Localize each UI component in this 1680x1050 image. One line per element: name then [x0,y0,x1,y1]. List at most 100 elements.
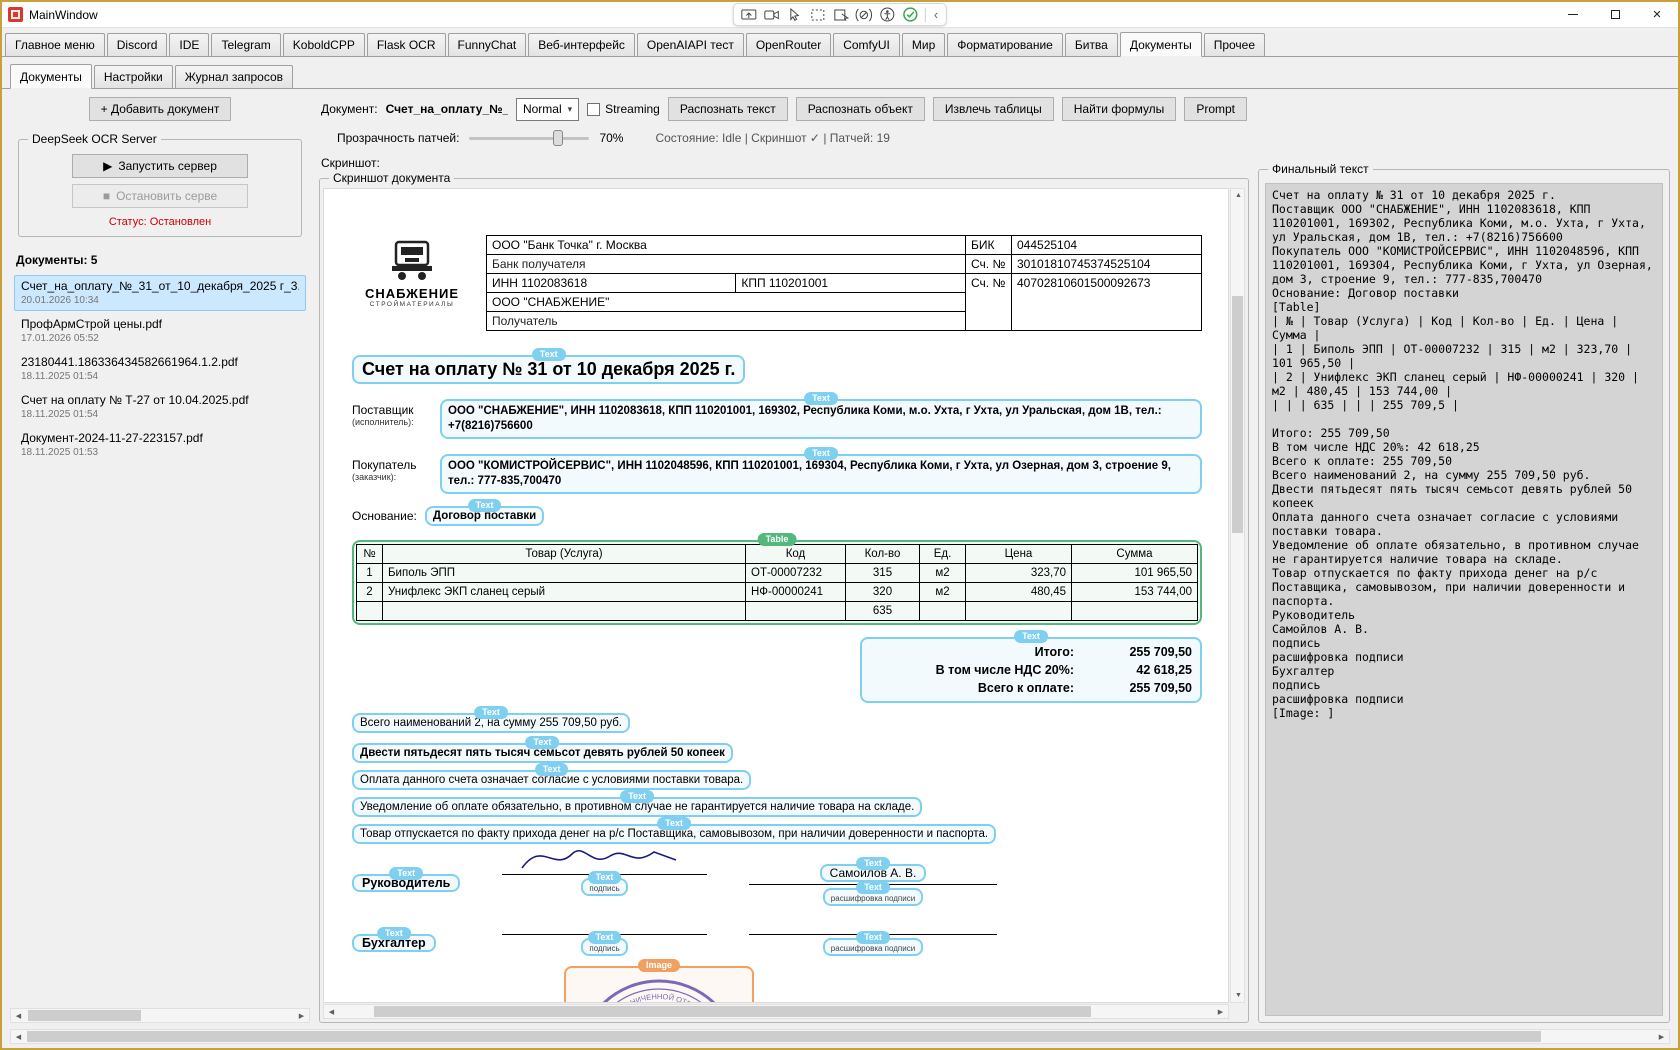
tab-telegram[interactable]: Telegram [211,33,281,56]
subtab-documents[interactable]: Документы [10,64,92,89]
ocr-patch-supplier[interactable]: Text ООО "СНАБЖЕНИЕ", ИНН 1102083618, КП… [440,392,1202,439]
minimize-button[interactable] [1552,2,1594,28]
ocr-patch-decode-caption[interactable]: Text расшифровка подписи [822,931,924,956]
subtab-settings[interactable]: Настройки [93,65,173,88]
tab-flask-ocr[interactable]: Flask OCR [366,33,446,56]
tab-comfyui[interactable]: ComfyUI [833,33,900,56]
logo-subtitle: СТРОЙМАТЕРИАЛЫ [369,301,455,308]
doc-list-item[interactable]: Документ-2024-11-27-223157.pdf 18.11.202… [14,427,306,463]
find-formulas-button[interactable]: Найти формулы [1061,97,1177,121]
ocr-patch-amount-words[interactable]: Text Двести пятьдесят пять тысяч семьсот… [352,736,733,763]
ocr-patch-title[interactable]: Text Счет на оплату № 31 от 10 декабря 2… [352,348,746,384]
recognize-object-button[interactable]: Распознать объект [795,97,925,121]
scroll-left-icon[interactable]: ◀ [324,1005,339,1018]
mode-select[interactable]: Normal ▾ [515,97,580,121]
scroll-down-icon[interactable]: ▼ [1231,989,1246,1002]
items-cell: ОТ-00007232 [745,563,846,583]
streaming-checkbox[interactable]: Streaming [587,102,660,116]
maximize-button[interactable] [1594,2,1636,28]
accessibility-icon[interactable] [877,6,897,24]
ocr-patch-condition[interactable]: Text Оплата данного счета означает согла… [352,763,752,790]
scrollbar-thumb[interactable] [1232,296,1243,533]
collapse-toolbar-icon[interactable]: ‹ [931,7,941,22]
scroll-up-icon[interactable]: ▲ [1231,189,1246,202]
tab-discord[interactable]: Discord [106,33,168,56]
prompt-button[interactable]: Prompt [1184,97,1247,121]
ocr-patch-stamp[interactable]: Image НИЧЕННОЙ ОТ [564,959,754,1002]
scroll-right-icon[interactable]: ▶ [1654,1030,1669,1043]
camera-icon[interactable] [762,6,782,24]
cursor-icon[interactable] [785,6,805,24]
close-button[interactable]: × [1636,2,1678,28]
ocr-patch-summary[interactable]: Text Всего наименований 2, на сумму 255 … [352,706,631,733]
tab-other[interactable]: Прочее [1203,33,1266,56]
ocr-patch-buyer[interactable]: Text ООО "КОМИСТРОЙСЕРВИС", ИНН 11020485… [440,447,1202,494]
tab-main-menu[interactable]: Главное меню [5,33,105,56]
doc-name: ПрофАрмСтрой цены.pdf [21,317,162,331]
final-text-area[interactable]: Счет на оплату № 31 от 10 декабря 2025 г… [1265,183,1663,1016]
scroll-right-icon[interactable]: ▶ [1213,1005,1228,1018]
capture-toolbar: ‹ [732,3,948,26]
scroll-left-icon[interactable]: ◀ [11,1030,26,1043]
ocr-patch-director[interactable]: Text Руководитель [352,867,461,892]
tab-documents[interactable]: Документы [1119,32,1202,57]
ocr-tag-text: Text [856,881,890,894]
document-list-hscrollbar[interactable]: ◀ ▶ [10,1008,310,1023]
tab-web-interface[interactable]: Веб-интерфейс [528,33,635,56]
scrollbar-thumb[interactable] [373,1006,1091,1017]
items-cell: 323,70 [965,563,1072,583]
total-label: Итого: [1034,645,1074,659]
ocr-patch-basis[interactable]: Text Договор поставки [424,499,545,526]
tab-openaiapi-test[interactable]: OpenAIAPI тест [636,33,744,56]
ocr-patch-director-name[interactable]: Text Самойлов А. В. [819,857,927,882]
add-document-button[interactable]: + Добавить документ [88,97,232,121]
titlebar: MainWindow ‹ × [2,2,1678,28]
scroll-left-icon[interactable]: ◀ [11,1009,26,1022]
doc-list-item[interactable]: 23180441.186336434582661964.1.2.pdf 18.1… [14,351,306,387]
screen-share-icon[interactable] [739,6,759,24]
doc-list-item[interactable]: ПрофАрмСтрой цены.pdf 17.01.2026 05:52 [14,313,306,349]
ocr-patch-table[interactable]: Table № Товар (Услуга) Код Кол-во Ед. Це… [352,533,1202,625]
scroll-right-icon[interactable]: ▶ [294,1009,309,1022]
screenshot-group-title: Скриншот документа [329,171,455,185]
ocr-patch-sign-caption[interactable]: Text подпись [581,871,628,896]
pointer-capture-icon[interactable] [831,6,851,24]
preview-hscrollbar[interactable]: ◀ ▶ [323,1004,1229,1019]
extract-tables-button[interactable]: Извлечь таблицы [932,97,1054,121]
doc-date: 17.01.2026 05:52 [21,333,99,344]
preview-vscrollbar[interactable]: ▲ ▼ [1230,188,1245,1003]
chevron-down-icon: ▾ [567,103,573,114]
subtab-request-log[interactable]: Журнал запросов [174,65,294,88]
doc-list-item[interactable]: Счет на оплату № Т-27 от 10.04.2025.pdf … [14,389,306,425]
recognize-text-button[interactable]: Распознать текст [667,97,788,121]
tab-funnychat[interactable]: FunnyChat [447,33,527,56]
items-cell: Биполь ЭПП [382,563,746,583]
slider-handle[interactable] [553,130,564,146]
sign-caption: подпись [589,944,620,953]
tab-mir[interactable]: Мир [901,33,946,56]
do-not-disturb-icon[interactable] [854,6,874,24]
ocr-patch-sign-caption[interactable]: Text подпись [581,931,628,956]
tab-ide[interactable]: IDE [169,33,210,56]
window-hscrollbar[interactable]: ◀ ▶ [10,1029,1670,1044]
scrollbar-thumb[interactable] [27,1031,1542,1042]
opacity-slider[interactable] [469,129,590,147]
recipient-caption: Получатель [486,311,966,331]
items-cell: НФ-00000241 [745,582,846,602]
ocr-patch-condition[interactable]: Text Уведомление об оплате обязательно, … [352,790,923,817]
ocr-patch-totals[interactable]: Text Итого: 255 709,50 В том числе НДС 2… [860,630,1202,703]
ocr-patch-decode-caption[interactable]: Text расшифровка подписи [822,881,924,906]
scrollbar-thumb[interactable] [28,1010,141,1021]
ocr-patch-accountant[interactable]: Text Бухгалтер [352,927,436,952]
tab-bitva[interactable]: Битва [1064,33,1118,56]
doc-list-item[interactable]: Счет_на_оплату_№_31_от_10_декабря_2025 г… [14,275,306,311]
tab-koboldcpp[interactable]: KoboldCPP [282,33,365,56]
stop-server-button[interactable]: ■ Остановить серве [72,184,248,208]
ocr-tag-text: Text [389,867,424,880]
start-server-button[interactable]: ▶ Запустить сервер [72,154,248,178]
selection-frame-icon[interactable] [808,6,828,24]
document-preview[interactable]: СНАБЖЕНИЕ СТРОЙМАТЕРИАЛЫ ООО "Банк Точка… [323,188,1229,1003]
tab-openrouter[interactable]: OpenRouter [745,33,832,56]
stamp-image: ОБЩЕСТВО С ОГРАНИЧЕННОЙ ОТВЕТСТВЕННОСТЬЮ… [571,969,728,1002]
tab-formatting[interactable]: Форматирование [947,33,1063,56]
